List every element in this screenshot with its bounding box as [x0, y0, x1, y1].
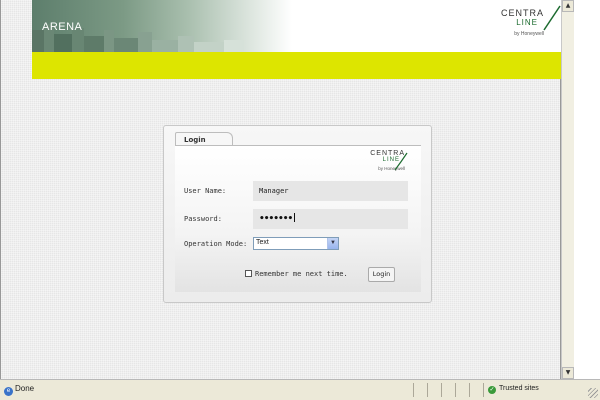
- operation-mode-label: Operation Mode:: [184, 240, 248, 248]
- text-caret: [294, 213, 296, 222]
- status-segment: [413, 383, 427, 397]
- logo-line-text: LINE: [516, 18, 538, 27]
- status-segment: [441, 383, 455, 397]
- username-label: User Name:: [184, 187, 227, 195]
- password-row: Password: •••••••: [184, 209, 412, 229]
- remember-label: Remember me next time.: [255, 270, 348, 278]
- app-header: ARENA CENTRA LINE by Honeywell: [32, 0, 562, 52]
- remember-me[interactable]: Remember me next time.: [245, 270, 348, 282]
- operation-mode-row: Operation Mode: Text ▼: [184, 234, 412, 254]
- status-segment: [455, 383, 469, 397]
- status-message: e Done: [4, 384, 34, 396]
- zone-text: Trusted sites: [499, 385, 539, 392]
- logo-swoosh-icon: [543, 5, 561, 31]
- password-label: Password:: [184, 215, 222, 223]
- chevron-down-icon[interactable]: ▼: [327, 238, 338, 249]
- remember-checkbox[interactable]: [245, 270, 252, 277]
- resize-grip-icon[interactable]: [588, 388, 598, 398]
- status-segment: [427, 383, 441, 397]
- window-margin: [574, 0, 600, 379]
- logo-by-text: by Honeywell: [514, 31, 544, 37]
- operation-mode-value: Text: [256, 239, 269, 246]
- form-logo-swoosh-icon: [394, 152, 408, 171]
- login-panel: Login CENTRA LINE by Honeywell User Name…: [163, 125, 432, 303]
- username-input[interactable]: [253, 181, 408, 201]
- password-mask: •••••••: [259, 214, 293, 224]
- check-icon: ✓: [488, 386, 496, 394]
- centraline-logo: CENTRA LINE by Honeywell: [482, 8, 544, 37]
- username-row: User Name:: [184, 181, 412, 201]
- status-bar: e Done ✓ Trusted sites: [0, 379, 600, 400]
- security-zone[interactable]: ✓ Trusted sites: [483, 383, 568, 397]
- logo-centra-text: CENTRA: [500, 8, 544, 18]
- status-segment: [469, 383, 483, 397]
- browser-content-area: ARENA CENTRA LINE by Honeywell Login CEN…: [0, 0, 562, 379]
- operation-mode-select[interactable]: Text ▼: [253, 237, 339, 250]
- form-logo-line-text: LINE: [382, 157, 400, 163]
- tab-login[interactable]: Login: [175, 132, 233, 146]
- scroll-up-icon[interactable]: ▲: [562, 0, 574, 12]
- password-input[interactable]: •••••••: [253, 209, 408, 229]
- vertical-scrollbar[interactable]: ▲ ▼: [561, 0, 574, 379]
- page-icon: e: [4, 387, 13, 396]
- scroll-down-icon[interactable]: ▼: [562, 367, 574, 379]
- login-form: CENTRA LINE by Honeywell User Name: Pass…: [175, 146, 421, 292]
- status-text: Done: [15, 384, 35, 393]
- header-accent-bar: [32, 52, 562, 79]
- login-button[interactable]: Login: [368, 267, 395, 282]
- app-name: ARENA: [42, 21, 83, 33]
